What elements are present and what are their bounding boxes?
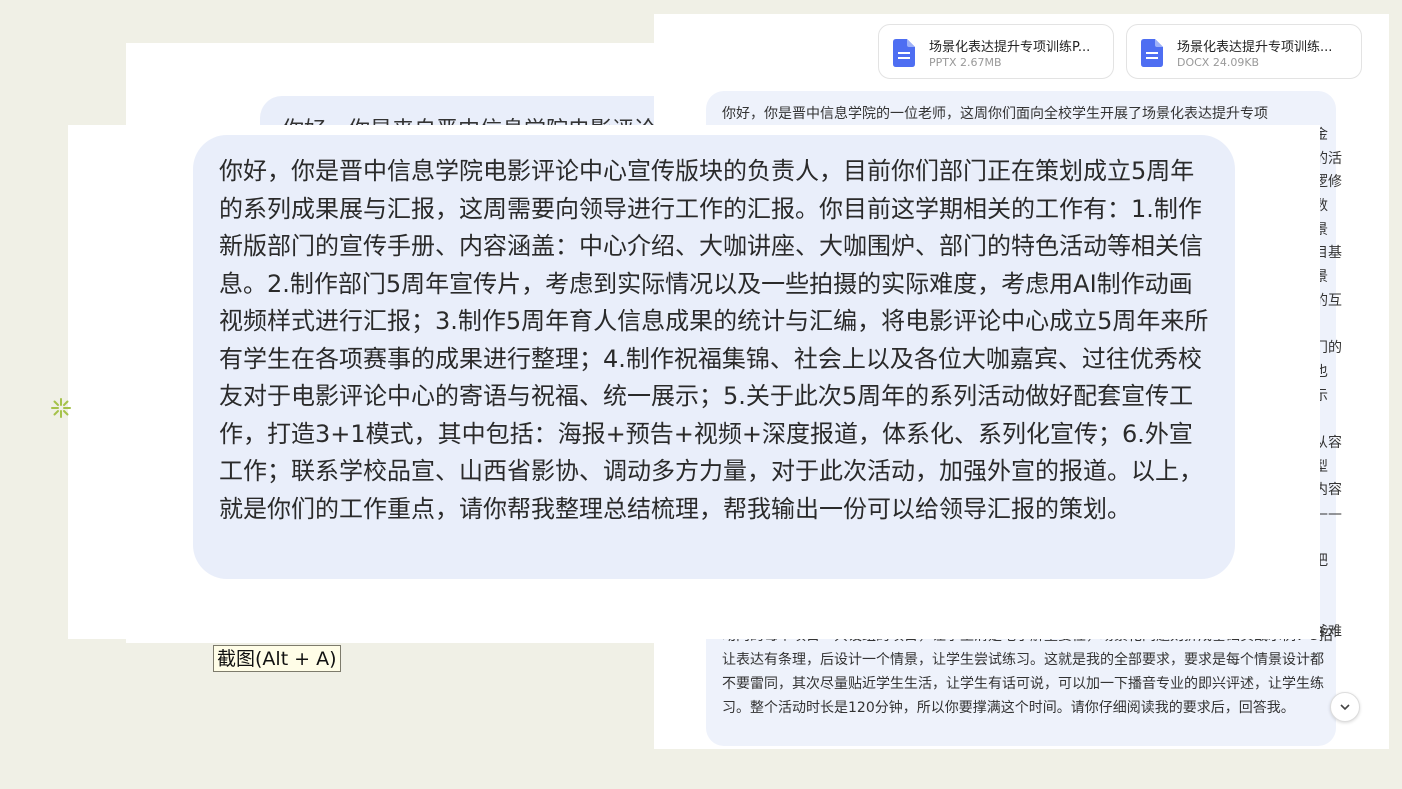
attachment-name: 场景化表达提升专项训练... [1177,40,1333,55]
attachment-card-pptx[interactable]: 场景化表达提升专项训练P... PPTX 2.67MB [878,24,1114,79]
attachment-name: 场景化表达提升专项训练P... [929,40,1091,55]
document-icon [1141,39,1163,67]
user-message-text: 你好，你是晋中信息学院电影评论中心宣传版块的负责人，目前你们部门正在策划成立5周… [219,157,1209,523]
front-chat-panel: 你好，你是晋中信息学院电影评论中心宣传版块的负责人，目前你们部门正在策划成立5周… [68,125,1320,639]
attachment-meta: DOCX 24.09KB [1177,56,1260,69]
attachment-meta: PPTX 2.67MB [929,56,1002,69]
chevron-down-icon [1340,704,1350,711]
document-icon [893,39,915,67]
user-message-first-line: 你好，你是晋中信息学院的一位老师，这周你们面向全校学生开展了场景化表达提升专项 [722,106,1268,122]
user-message-bubble-front: 你好，你是晋中信息学院电影评论中心宣传版块的负责人，目前你们部门正在策划成立5周… [193,135,1235,579]
screenshot-tooltip: 截图(Alt + A) [213,645,341,672]
attachment-card-docx[interactable]: 场景化表达提升专项训练... DOCX 24.09KB [1126,24,1362,79]
sparkle-icon [51,398,71,418]
scroll-to-bottom-button[interactable] [1330,692,1360,722]
user-message-visible-fragments: 金 的活 逻修 数 景 目基 景 的互 ： 门的 也 示 从容 型 内容 —— … [1314,127,1342,641]
